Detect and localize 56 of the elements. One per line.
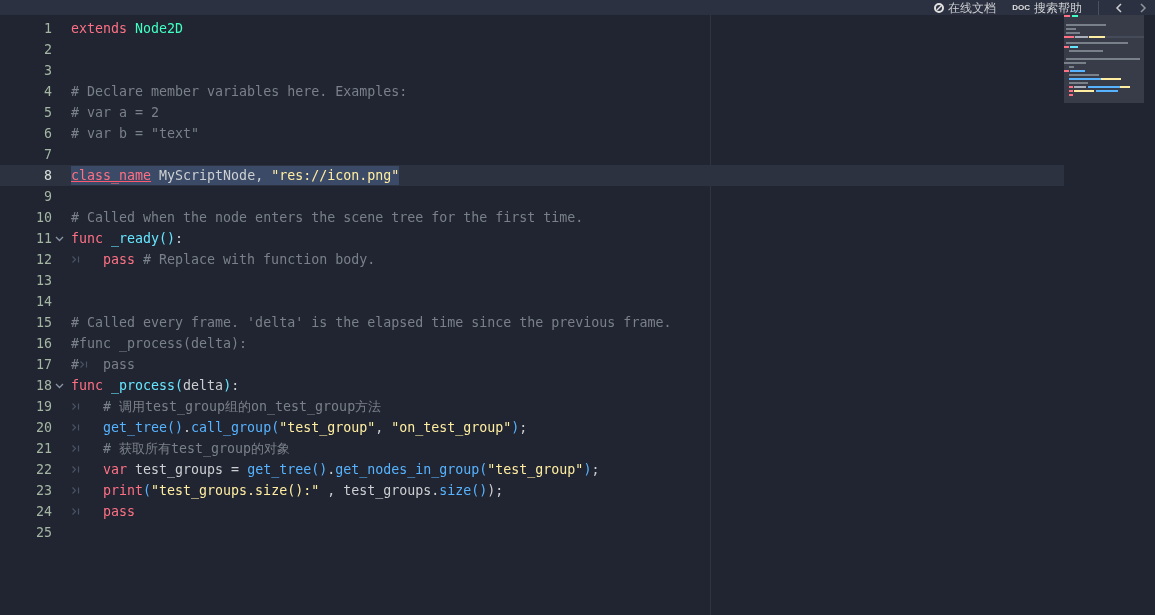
code-text: # Called every frame. 'delta' is the elapsed time since the previous frame. [71, 313, 672, 332]
code-text: get_tree().call_group("test_group", "on_test_group"); [103, 418, 528, 438]
line-number: 17 [36, 355, 52, 374]
tab-marker-icon [72, 403, 80, 410]
line-number: 18 [36, 376, 52, 395]
code-text: extends Node2D [71, 19, 184, 38]
line-number: 21 [36, 439, 52, 458]
tab-marker-icon [72, 424, 80, 431]
line-number: 5 [44, 103, 52, 122]
line-number: 12 [36, 250, 52, 269]
minimap-drawing[interactable] [1064, 15, 1144, 103]
code-text: func _ready(): [71, 229, 184, 249]
line-number: 22 [36, 460, 52, 479]
code-text: pass [103, 355, 136, 374]
code-text: class_name MyScriptNode, "res://icon.png" [71, 165, 400, 186]
toolbar-button[interactable]: DOC 搜索帮助 [1012, 0, 1082, 15]
toolbar-button[interactable]: 在线文档 [934, 0, 997, 15]
code-text: pass [103, 502, 136, 521]
line-number: 9 [44, 187, 52, 206]
line-number: 3 [44, 61, 52, 80]
code-text: func _process(delta): [71, 376, 240, 396]
line-number: 25 [36, 523, 52, 542]
tab-marker-icon [72, 445, 80, 452]
tab-marker-icon [72, 256, 80, 263]
code-text: print("test_groups.size():" , test_groups.size()); [103, 481, 504, 501]
line-number: 1 [44, 19, 52, 38]
line-number: 15 [36, 313, 52, 332]
tab-marker-icon [72, 466, 80, 473]
line-number: 23 [36, 481, 52, 500]
code-text: var test_groups = get_tree().get_nodes_in_group("test_group"); [103, 460, 600, 480]
line-number: 14 [36, 292, 52, 311]
tab-marker-icon [80, 361, 88, 368]
tab-marker-icon [72, 487, 80, 494]
line-number: 20 [36, 418, 52, 437]
line-number: 13 [36, 271, 52, 290]
line-number: 4 [44, 82, 52, 101]
doc-icon: DOC [1012, 3, 1030, 12]
line-number: 19 [36, 397, 52, 416]
code-text: # Declare member variables here. Examples: [71, 82, 408, 101]
line-number: 11 [36, 229, 52, 248]
code-text: # [71, 355, 79, 374]
line-number: 2 [44, 40, 52, 59]
line-number: 10 [36, 208, 52, 227]
line-number: 24 [36, 502, 52, 521]
code-text: # var a = 2 [71, 103, 160, 122]
line-number: 8 [44, 166, 52, 185]
code-text: # 获取所有test_group的对象 [103, 439, 291, 459]
line-number: 16 [36, 334, 52, 353]
code-text: pass # Replace with function body. [103, 250, 376, 269]
code-text: # 调用test_group组的on_test_group方法 [103, 397, 382, 417]
code-text: #func _process(delta): [71, 334, 248, 354]
line-number: 6 [44, 124, 52, 143]
tab-marker-icon [72, 508, 80, 515]
code-text: # var b = "text" [71, 124, 200, 143]
code-text: # Called when the node enters the scene tree for the first time. [71, 208, 584, 227]
line-number: 7 [44, 145, 52, 164]
